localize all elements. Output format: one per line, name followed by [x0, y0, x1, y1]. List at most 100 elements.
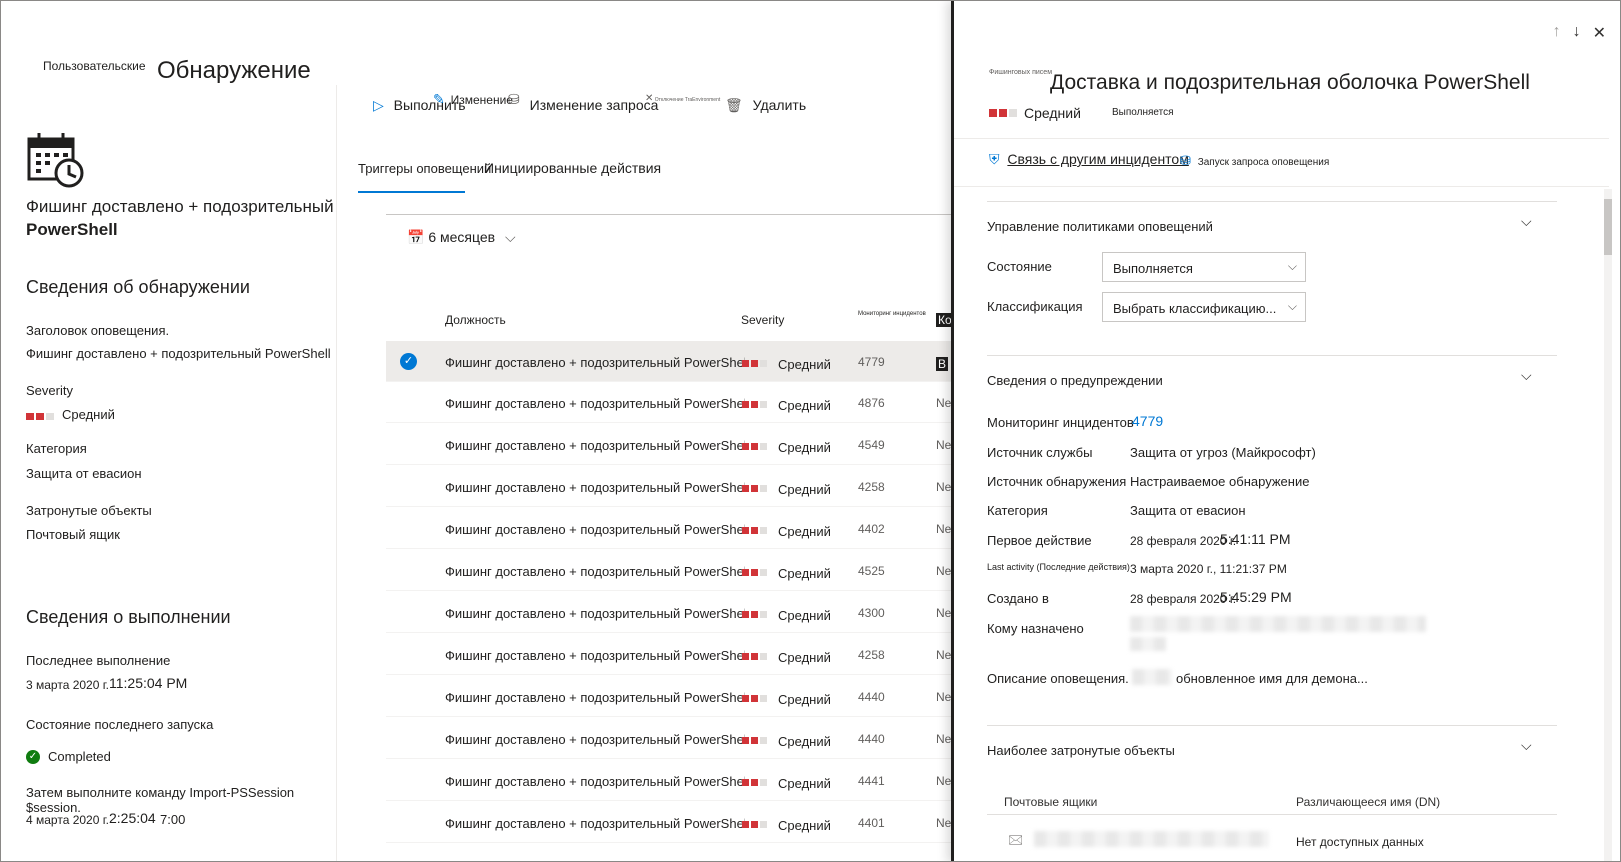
- column-header-mailboxes[interactable]: Почтовые ящики: [1004, 795, 1097, 809]
- panel-nav: ↑ ↓ ✕: [1553, 23, 1606, 43]
- mailbox-redacted[interactable]: [1034, 831, 1269, 847]
- table-row[interactable]: Фишинг доставлено + подозрительный Power…: [386, 634, 951, 675]
- description-value: обновленное имя для демона...: [1176, 671, 1368, 686]
- table-row[interactable]: Фишинг доставлено + подозрительный Power…: [386, 424, 951, 465]
- run-alert-query-button[interactable]: ⛁ Запуск запроса оповещения: [1180, 153, 1329, 169]
- table-row[interactable]: Фишинг доставлено + подозрительный Power…: [386, 508, 951, 549]
- table-row[interactable]: Фишинг доставлено + подозрительный Power…: [386, 718, 951, 759]
- scrollbar-track[interactable]: [1604, 189, 1612, 861]
- chevron-down-icon[interactable]: ⌵: [1521, 213, 1532, 230]
- close-icon[interactable]: ✕: [1593, 23, 1606, 43]
- rule-title-line1: Фишинг доставлено + подозрительный: [26, 197, 334, 216]
- turn-off-button[interactable]: ✕ Отключение TraEnvironment: [645, 93, 720, 104]
- row-incident: 4876: [858, 396, 885, 410]
- arrow-up-icon[interactable]: ↑: [1553, 23, 1561, 43]
- column-header-title[interactable]: Должность: [445, 313, 506, 327]
- row-status: Ne: [936, 522, 952, 536]
- period-filter-label: 6 месяцев: [428, 229, 496, 245]
- delete-button[interactable]: 🗑 Удалить: [725, 97, 806, 114]
- column-header-incident[interactable]: Мониторинг инцидентов: [858, 311, 926, 317]
- arrow-down-icon[interactable]: ↓: [1573, 23, 1581, 43]
- row-incident: 4779: [858, 355, 885, 369]
- first-activity-time: 5:41:11 PM: [1220, 531, 1291, 547]
- classification-dropdown[interactable]: Выбрать классификацию... ⌵: [1102, 292, 1306, 322]
- row-severity-indicator: [742, 737, 767, 744]
- table-row[interactable]: Фишинг доставлено + подозрительный Power…: [386, 760, 951, 801]
- chevron-down-icon[interactable]: ⌵: [1521, 367, 1532, 384]
- created-label: Создано в: [987, 591, 1049, 606]
- classification-dropdown-value: Выбрать классификацию...: [1113, 301, 1277, 316]
- category-label: Категория: [26, 441, 87, 456]
- last-activity-label: Last activity (Последние действия): [987, 562, 1130, 572]
- edit-query-button-label: Изменение запроса: [529, 97, 659, 113]
- column-header-severity[interactable]: Severity: [741, 313, 784, 327]
- period-filter[interactable]: 📅 6 месяцев ⌵: [407, 229, 516, 246]
- run-section-heading: Сведения о выполнении: [26, 607, 231, 627]
- divider: [954, 138, 1609, 139]
- scrollbar-thumb[interactable]: [1604, 199, 1612, 255]
- chevron-down-icon: ⌵: [504, 229, 516, 245]
- row-severity: Средний: [778, 734, 831, 749]
- category-value: Защита от евасион: [1130, 503, 1246, 518]
- row-title: Фишинг доставлено + подозрительный Power…: [445, 396, 745, 411]
- row-title: Фишинг доставлено + подозрительный Power…: [445, 648, 745, 663]
- row-title: Фишинг доставлено + подозрительный Power…: [445, 732, 745, 747]
- row-title: Фишинг доставлено + подозрительный Power…: [445, 690, 745, 705]
- database-icon: ⛁: [1180, 153, 1191, 168]
- tab-actions[interactable]: Инициированные действия: [484, 160, 661, 176]
- table-row[interactable]: Фишинг доставлено + подозрительный Power…: [386, 802, 951, 843]
- tab-alerts[interactable]: Триггеры оповещений: [358, 161, 491, 176]
- row-incident: 4441: [858, 774, 885, 788]
- row-status: Ne: [936, 732, 952, 746]
- rule-summary-pane: Пользовательские Обнаружение Фишинг дост…: [1, 1, 346, 861]
- row-status: В: [936, 357, 949, 371]
- next-run-time: 2:25:04: [109, 810, 156, 826]
- divider: [954, 186, 1609, 187]
- row-status: Ne: [936, 690, 952, 704]
- row-status: Ne: [936, 396, 952, 410]
- table-row[interactable]: Фишинг доставлено + подозрительный Power…: [386, 550, 951, 591]
- row-incident: 4258: [858, 648, 885, 662]
- divider: [386, 214, 951, 215]
- row-severity: Средний: [778, 776, 831, 791]
- pencil-icon: ✎: [433, 91, 445, 107]
- last-activity-value: 3 марта 2020 г., 11:21:37 PM: [1130, 562, 1287, 576]
- row-severity-indicator: [742, 360, 767, 367]
- divider: [987, 355, 1557, 356]
- table-row[interactable]: Фишинг доставлено + подозрительный Power…: [386, 382, 951, 423]
- severity-indicator: [26, 413, 54, 420]
- row-severity: Средний: [778, 692, 831, 707]
- alert-details-section-title[interactable]: Сведения о предупреждении: [987, 373, 1163, 388]
- breadcrumb-parent[interactable]: Пользовательские: [43, 59, 146, 73]
- row-status: Ne: [936, 816, 952, 830]
- row-severity-indicator: [742, 401, 767, 408]
- row-title: Фишинг доставлено + подозрительный Power…: [445, 606, 745, 621]
- table-row[interactable]: ✓ Фишинг доставлено + подозрительный Pow…: [386, 341, 951, 382]
- next-run-extra: 7:00: [160, 812, 186, 827]
- category-label: Категория: [987, 503, 1048, 518]
- assigned-redacted: [1130, 637, 1166, 651]
- incident-link[interactable]: 4779: [1132, 413, 1163, 429]
- impacted-section-title[interactable]: Наиболее затронутые объекты: [987, 743, 1175, 758]
- policy-section-title[interactable]: Управление политиками оповещений: [987, 219, 1213, 234]
- divider: [987, 814, 1557, 815]
- description-label: Описание оповещения.: [987, 671, 1129, 686]
- completed-check-icon: ✓: [26, 750, 40, 764]
- column-header-dn[interactable]: Различающееся имя (DN): [1296, 795, 1440, 809]
- row-title: Фишинг доставлено + подозрительный Power…: [445, 438, 745, 453]
- first-activity-label: Первое действие: [987, 533, 1092, 548]
- incident-label: Мониторинг инцидентов: [987, 415, 1134, 430]
- state-dropdown[interactable]: Выполняется ⌵: [1102, 252, 1306, 282]
- edit-button[interactable]: ✎ Изменение: [433, 91, 513, 108]
- row-severity-indicator: [742, 611, 767, 618]
- row-selected-check-icon[interactable]: ✓: [400, 353, 417, 370]
- table-row[interactable]: Фишинг доставлено + подозрительный Power…: [386, 676, 951, 717]
- row-incident: 4440: [858, 690, 885, 704]
- description-redacted: [1132, 669, 1172, 685]
- table-row[interactable]: Фишинг доставлено + подозрительный Power…: [386, 466, 951, 507]
- last-run-status-value: Completed: [48, 749, 111, 764]
- chevron-down-icon[interactable]: ⌵: [1521, 737, 1532, 754]
- link-incident-button[interactable]: ⛨ Связь с другим инцидентом: [989, 151, 1189, 168]
- edit-query-button[interactable]: ⛁ Изменение запроса: [508, 91, 658, 113]
- table-row[interactable]: Фишинг доставлено + подозрительный Power…: [386, 592, 951, 633]
